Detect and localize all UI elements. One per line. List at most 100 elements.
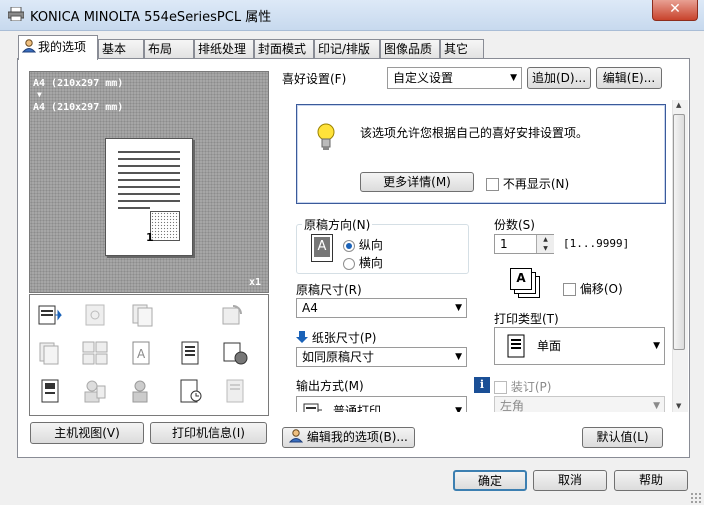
user-auth-icon [84,380,106,403]
chevron-down-icon: ▼ [455,352,462,362]
printer-info-button[interactable]: 打印机信息(I) [150,422,267,444]
print-type-label: 打印类型(T) [494,312,559,326]
scroll-up-icon[interactable]: ▲ [676,101,681,109]
title-bar: KONICA MINOLTA 554eSeriesPCL 属性 [0,0,704,31]
landscape-option[interactable]: 横向 [343,254,383,271]
help-button[interactable]: 帮助 [614,470,688,491]
printer-properties-window: KONICA MINOLTA 554eSeriesPCL 属性 ✕ 我的选项 基… [0,0,704,505]
tab-other[interactable]: 其它 [440,39,484,58]
original-size-value: A4 [302,301,318,315]
staple-select: 左角 ▼ [494,396,665,412]
output-method-label: 输出方式(M) [296,379,364,393]
staple-value: 左角 [500,399,525,412]
tab-finishing[interactable]: 排纸处理 [194,39,254,58]
stamp-icon[interactable] [221,340,249,366]
user-icon [288,429,304,443]
preview-page: 1 [105,138,193,256]
arrow-down-icon [296,331,308,343]
more-details-button[interactable]: 更多详情(M) [360,172,474,192]
info-icon[interactable]: i [474,377,490,393]
user-icon [21,39,37,53]
copies-value: 1 [500,237,508,251]
edit-my-tab-button[interactable]: 编辑我的选项(B)... [282,427,415,448]
edit-button[interactable]: 编辑(E)... [596,67,662,89]
window-title: KONICA MINOLTA 554eSeriesPCL 属性 [30,10,272,25]
printer-output-icon[interactable] [37,302,65,328]
landscape-label: 横向 [358,256,383,270]
chevron-down-icon: ▼ [455,303,462,313]
offset-checkbox[interactable] [563,283,576,296]
lightbulb-icon [317,123,335,150]
info-message-box [296,104,666,204]
tab-label: 布局 [148,42,173,56]
tab-label: 基本 [102,42,127,56]
watermark-icon [226,379,244,403]
page-number: 1 [146,231,154,244]
cover-page-icon[interactable] [37,378,65,404]
cancel-button[interactable]: 取消 [533,470,607,491]
favorites-label: 喜好设置(F) [282,72,347,86]
tab-basic[interactable]: 基本 [98,39,144,58]
portrait-radio[interactable] [343,239,355,252]
svg-text:A: A [137,347,146,361]
main-view-button[interactable]: 主机视图(V) [30,422,144,444]
scheduled-print-icon[interactable] [177,378,205,404]
tab-label: 图像品质 [384,42,433,56]
landscape-radio[interactable] [343,257,355,270]
scroll-down-icon[interactable]: ▼ [676,402,681,410]
preview-arrow-icon: ▼ [37,90,42,99]
text-page-icon: A [132,341,150,365]
image-block [150,211,180,241]
tab-label: 排纸处理 [198,42,247,56]
rotate-icon [222,305,242,325]
collated-copies-icon: A [510,268,540,298]
paper-size-label-row: 纸张尺寸(P) [296,329,376,346]
tab-label: 封面模式 [258,42,307,56]
original-size-select[interactable]: A4 ▼ [296,298,467,318]
portrait-label: 纵向 [358,238,383,252]
offset-option[interactable]: 偏移(O) [563,280,623,297]
favorites-value: 自定义设置 [393,71,454,85]
multi-page-icon [82,341,108,365]
print-output-icon [303,403,322,412]
offset-label: 偏移(O) [579,282,623,296]
default-button[interactable]: 默认值(L) [582,427,663,448]
add-button[interactable]: 追加(D)... [527,67,591,89]
chevron-down-icon: ▼ [653,401,660,411]
paper-size-label: 纸张尺寸(P) [311,331,377,345]
close-button[interactable]: ✕ [652,0,698,21]
copies-label: 份数(S) [494,218,535,232]
print-type-select[interactable]: 单面 ▼ [494,327,665,365]
paper-size-select[interactable]: 如同原稿尺寸 ▼ [296,347,467,367]
dont-show-option[interactable]: 不再显示(N) [486,175,569,192]
original-size-label: 原稿尺寸(R) [296,283,362,297]
copy-pages-icon [132,304,153,327]
portrait-option[interactable]: 纵向 [343,236,383,253]
scrollbar-thumb[interactable] [673,114,685,350]
tab-quality[interactable]: 图像品质 [380,39,440,58]
favorites-select[interactable]: 自定义设置 ▼ [387,67,522,89]
staple-label: 装订(P) [510,380,552,394]
staple-option: 装订(P) [494,378,551,395]
chevron-down-icon: ▼ [455,406,462,412]
tab-cover-mode[interactable]: 封面模式 [254,39,314,58]
tab-stamp[interactable]: 印记/排版 [314,39,380,58]
booklet-icon [85,304,105,326]
close-icon: ✕ [669,1,681,17]
single-sided-icon [507,334,525,358]
info-message: 该选项允许您根据自己的喜好安排设置项。 [360,126,589,140]
output-method-select[interactable]: 普通打印 ▼ [296,396,467,412]
orientation-icon-letter: A [314,237,330,257]
ok-button[interactable]: 确定 [453,470,527,491]
tab-label: 其它 [444,42,469,56]
tab-label: 我的选项 [38,40,87,54]
document-icon[interactable] [177,340,205,366]
tab-my-options[interactable]: 我的选项 [18,35,98,60]
resize-grip[interactable] [690,492,702,504]
output-method-value: 普通打印 [333,404,382,412]
staple-checkbox [494,381,507,394]
copies-stepper[interactable]: ▲ ▼ [536,235,554,253]
dont-show-checkbox[interactable] [486,178,499,191]
tab-layout[interactable]: 布局 [144,39,194,58]
dont-show-label: 不再显示(N) [502,177,570,191]
